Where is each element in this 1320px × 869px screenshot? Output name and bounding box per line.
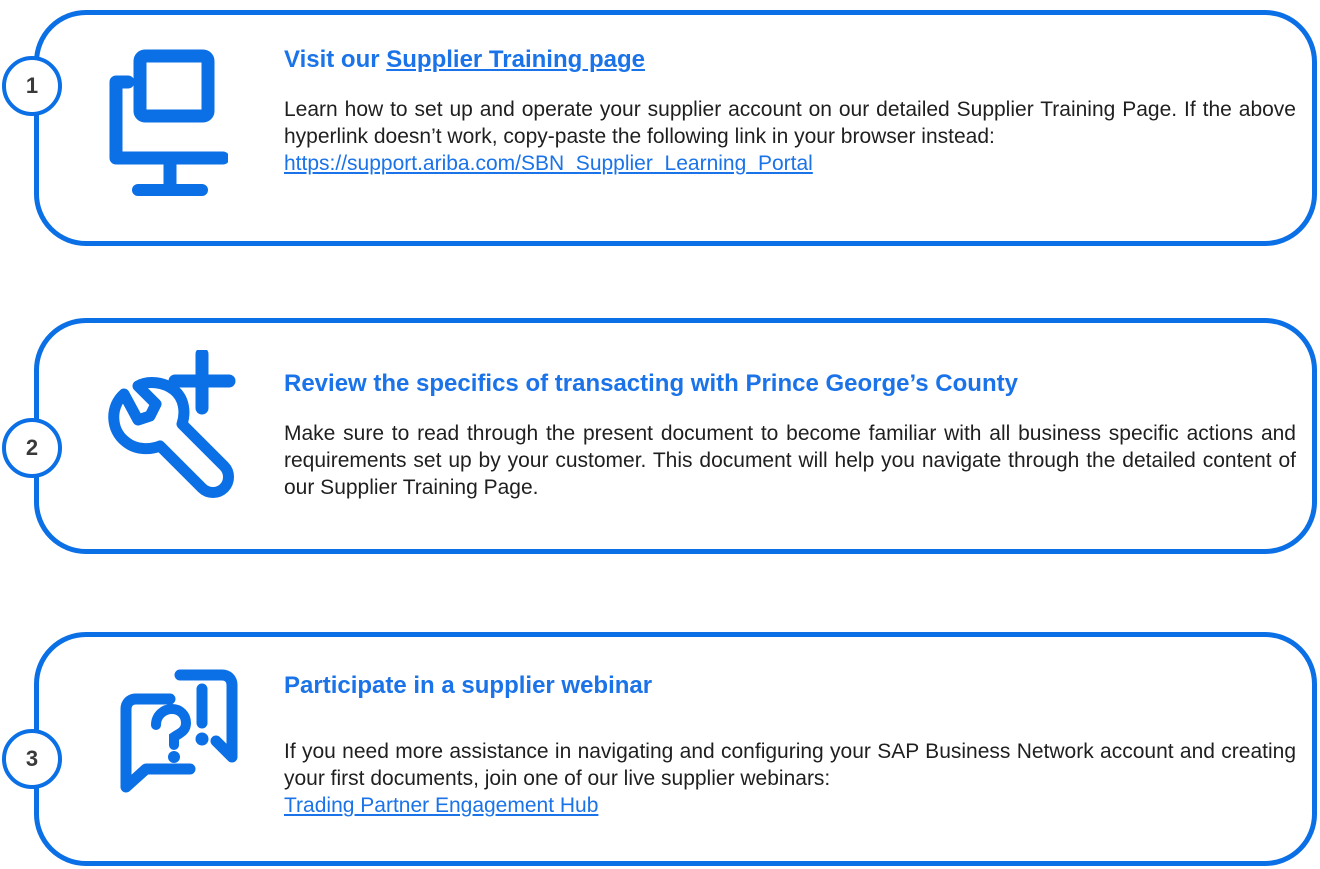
computer-monitor-icon [109, 49, 228, 196]
step-number-badge-3: 3 [2, 729, 62, 789]
step-title-prefix-1: Visit our [284, 46, 387, 73]
step-body-2: Make sure to read through the present do… [284, 420, 1296, 501]
step-number-badge-1: 1 [2, 56, 62, 116]
step-body-3: If you need more assistance in navigatin… [284, 738, 1296, 819]
trading-partner-engagement-hub-link[interactable]: Trading Partner Engagement Hub [284, 792, 1296, 819]
step-title-2: Review the specifics of transacting with… [284, 370, 1018, 397]
wrench-plus-icon [108, 350, 236, 498]
step-title-3: Participate in a supplier webinar [284, 672, 653, 699]
step-body-text-3: If you need more assistance in navigatin… [284, 740, 1296, 790]
step-body-text-2: Make sure to read through the present do… [284, 422, 1296, 499]
step-body-1: Learn how to set up and operate your sup… [284, 96, 1296, 177]
step-body-text-1: Learn how to set up and operate your sup… [284, 98, 1296, 148]
supplier-learning-portal-link[interactable]: https://support.ariba.com/SBN_Supplier_L… [284, 150, 1296, 177]
question-exclamation-chat-icon [120, 669, 238, 793]
step-number-badge-2: 2 [2, 418, 62, 478]
step-title-1: Visit our Supplier Training page [284, 46, 645, 74]
supplier-training-page-link[interactable]: Supplier Training page [386, 46, 645, 73]
